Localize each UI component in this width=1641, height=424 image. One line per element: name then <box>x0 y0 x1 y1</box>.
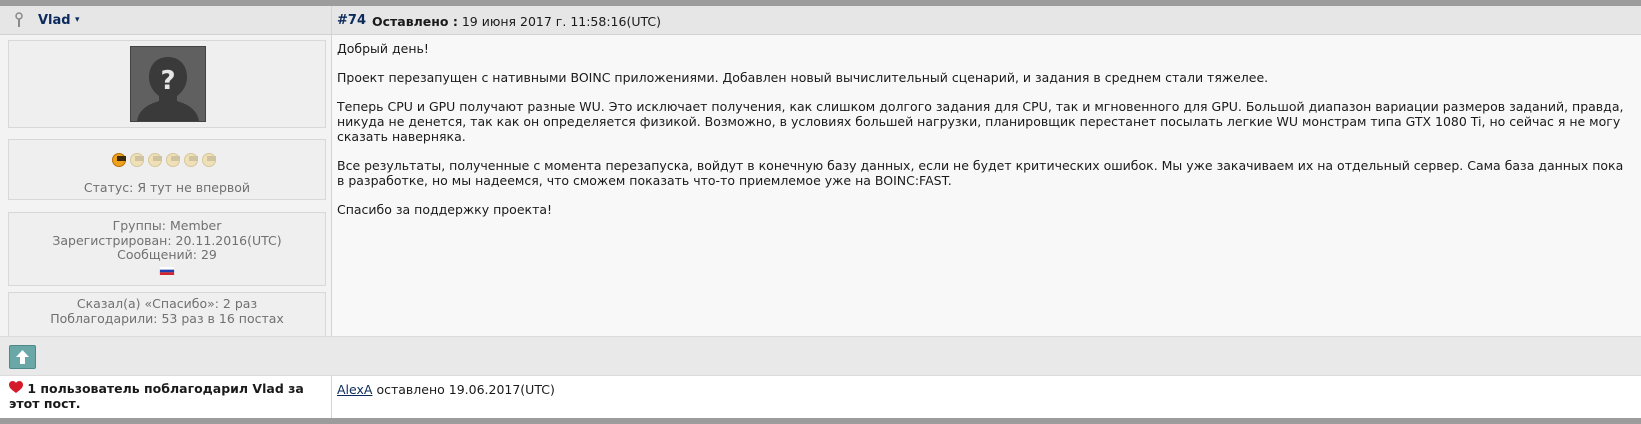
post-footer-row <box>0 336 1641 376</box>
rank-icon <box>112 153 126 167</box>
rank-icon <box>184 153 198 167</box>
chevron-down-icon[interactable]: ▾ <box>75 15 80 25</box>
author-was-thanked: Поблагодарили: 53 раз в 16 постах <box>50 310 284 326</box>
posted-label: Оставлено : <box>372 14 458 29</box>
author-status: Статус: Я тут не впервой <box>83 180 251 195</box>
post-paragraph: Добрый день! <box>337 41 429 56</box>
author-groups: Группы: Member <box>112 218 222 233</box>
post-paragraph: Проект перезапущен с нативными BOINC при… <box>337 70 1269 85</box>
post-paragraph: Теперь CPU и GPU получают разные WU. Это… <box>337 99 1624 144</box>
post-paragraph: Спасибо за поддержку проекта! <box>337 202 553 217</box>
post-meta: Оставлено : 19 июня 2017 г. 11:58:16(UTC… <box>372 14 661 29</box>
rank-icon <box>130 153 144 167</box>
arrow-up-icon <box>16 350 29 364</box>
thanks-summary: 1 пользователь поблагодарил Vlad за этот… <box>9 381 327 411</box>
bottom-border <box>0 418 1641 424</box>
author-info-panel: Группы: Member Зарегистрирован: 20.11.20… <box>8 212 326 286</box>
rank-icon <box>148 153 162 167</box>
post-paragraph: Все результаты, полученные с момента пер… <box>337 158 1624 188</box>
thanks-summary-text: 1 пользователь поблагодарил Vlad за этот… <box>9 381 304 411</box>
author-messages: Сообщений: 29 <box>117 247 217 262</box>
thanks-user-link[interactable]: AlexA <box>337 382 372 397</box>
author-registered: Зарегистрирован: 20.11.2016(UTC) <box>52 232 282 248</box>
author-said-thanks: Сказал(а) «Спасибо»: 2 раз <box>76 296 258 311</box>
rank-panel: Статус: Я тут не впервой <box>8 139 326 200</box>
post-number-link[interactable]: #74 <box>337 13 366 28</box>
avatar-placeholder-icon: ? <box>130 46 206 122</box>
offline-status-icon <box>15 12 23 27</box>
country-flag-icon <box>159 267 175 275</box>
thanks-entry-text: оставлено 19.06.2017(UTC) <box>376 382 555 397</box>
thanks-entry: AlexA оставлено 19.06.2017(UTC) <box>337 382 555 397</box>
svg-text:?: ? <box>160 66 175 96</box>
rank-icons <box>112 153 216 167</box>
author-name-link[interactable]: Vlad <box>38 13 71 28</box>
posted-date: 19 июня 2017 г. 11:58:16(UTC) <box>461 14 661 29</box>
avatar-panel: ? <box>8 40 326 128</box>
rank-icon <box>166 153 180 167</box>
heart-icon <box>9 381 23 393</box>
post-body: Добрый день! Проект перезапущен с нативн… <box>337 41 1633 231</box>
scroll-to-top-button[interactable] <box>9 345 36 369</box>
rank-icon <box>202 153 216 167</box>
author-thanks-panel: Сказал(а) «Спасибо»: 2 раз Поблагодарили… <box>8 292 326 338</box>
